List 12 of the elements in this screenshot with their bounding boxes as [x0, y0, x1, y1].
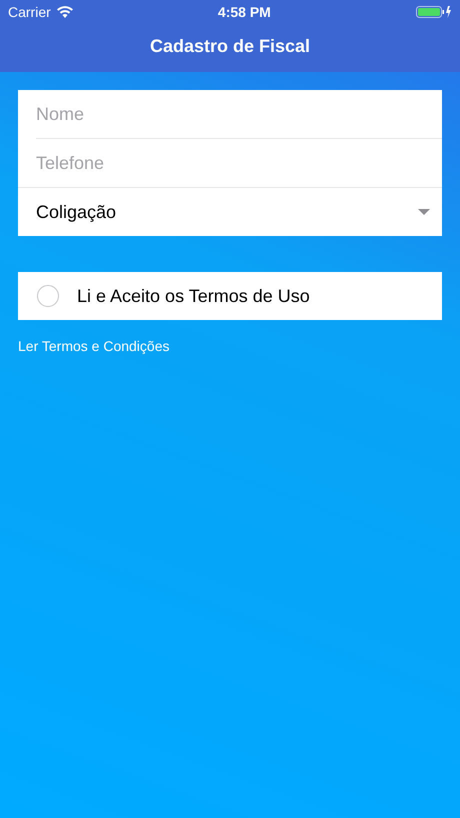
nav-title: Cadastro de Fiscal [148, 34, 312, 58]
terms-label: Li e Aceito os Termos de Uso [77, 286, 310, 306]
battery-icon [416, 5, 452, 19]
carrier-label: Carrier [8, 4, 51, 20]
input-field[interactable]: Nome [18, 90, 442, 138]
select-field[interactable]: Coligação [18, 187, 442, 236]
wifi-icon [56, 6, 73, 18]
clock-time: 4:58 PM [218, 4, 271, 20]
caret-icon [418, 209, 430, 215]
terms-row[interactable]: Li e Aceito os Termos de Uso [18, 272, 442, 320]
radio-button[interactable] [37, 285, 59, 307]
input-field[interactable]: Telefone [18, 139, 442, 187]
